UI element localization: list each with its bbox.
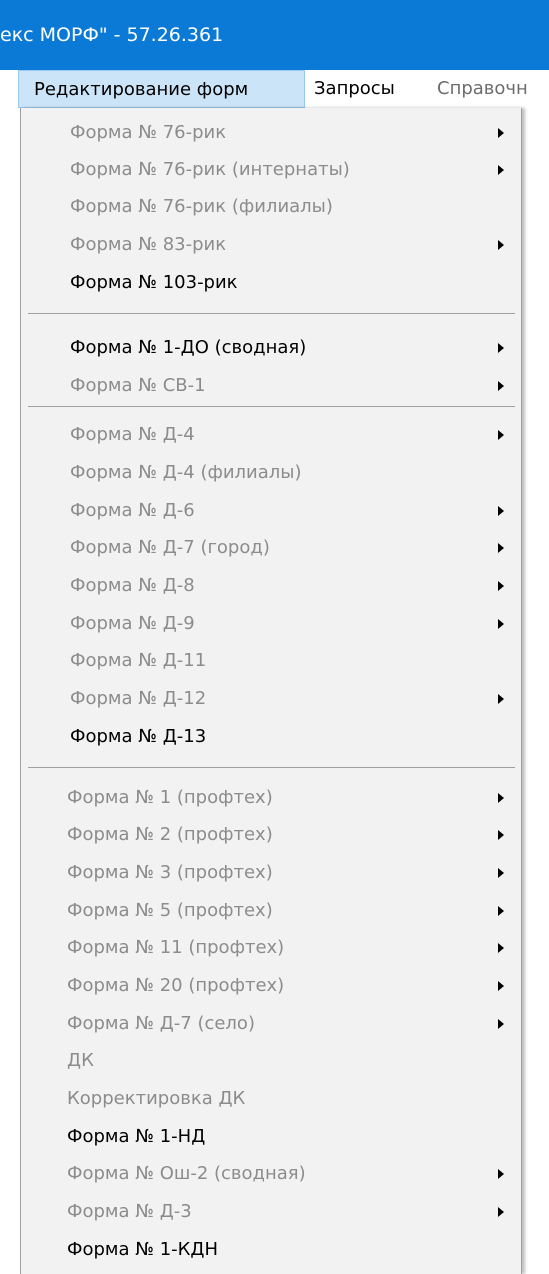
- submenu-arrow-icon: [498, 240, 504, 250]
- menu-item-label: Корректировка ДК: [67, 1088, 246, 1109]
- menubar-item-reference[interactable]: Справочн: [437, 70, 528, 108]
- menu-item[interactable]: ДК: [21, 1043, 521, 1079]
- submenu-arrow-icon: [498, 981, 504, 991]
- menu-item-label: Форма № 76-рик (филиалы): [70, 196, 333, 217]
- menu-item-label: Форма № 1-ДО (сводная): [70, 337, 307, 358]
- window-title: екс МОРФ" - 57.26.361: [0, 24, 224, 46]
- menu-item[interactable]: Форма № 76-рик (филиалы): [21, 189, 521, 225]
- menu-item[interactable]: Форма № Д-6: [21, 493, 521, 529]
- menu-item-label: Форма № Д-3: [67, 1201, 192, 1222]
- dropdown-menu: Форма № 76-рик Форма № 76-рик (интернаты…: [20, 108, 522, 1274]
- menubar-item-edit-forms[interactable]: Редактирование форм: [18, 70, 305, 108]
- menubar-item-queries[interactable]: Запросы: [314, 70, 395, 108]
- menu-item[interactable]: Форма № 1-НД: [21, 1119, 521, 1155]
- menu-item-label: Форма № Ош-2 (сводная): [67, 1163, 306, 1184]
- menu-item[interactable]: Форма № Д-13: [21, 719, 521, 755]
- submenu-arrow-icon: [498, 830, 504, 840]
- menu-bar: Редактирование форм Запросы Справочн: [0, 70, 549, 108]
- menu-item[interactable]: Форма № 1-КДН: [21, 1232, 521, 1268]
- menu-item-label: Форма № Д-11: [70, 650, 207, 671]
- window-title-bar: екс МОРФ" - 57.26.361: [0, 0, 549, 70]
- menu-item-label: Форма № 1 (профтех): [67, 787, 273, 808]
- submenu-arrow-icon: [498, 793, 504, 803]
- menu-item-label: Форма № 76-рик (интернаты): [70, 159, 350, 180]
- submenu-arrow-icon: [498, 943, 504, 953]
- submenu-arrow-icon: [498, 128, 504, 138]
- submenu-arrow-icon: [498, 543, 504, 553]
- menu-item-label: Форма № 20 (профтех): [67, 975, 285, 996]
- menu-item[interactable]: Форма № Д-12: [21, 681, 521, 717]
- submenu-arrow-icon: [498, 1019, 504, 1029]
- submenu-arrow-icon: [498, 381, 504, 391]
- menu-item-label: Форма № 5 (профтех): [67, 900, 273, 921]
- menu-item-label: ДК: [67, 1050, 94, 1071]
- submenu-arrow-icon: [498, 343, 504, 353]
- menubar-item-label: Справочн: [437, 78, 528, 99]
- menu-item[interactable]: Форма № Д-4 (филиалы): [21, 455, 521, 491]
- menu-item-label: Форма № Д-9: [70, 613, 195, 634]
- menu-item[interactable]: Форма № 103-рик: [21, 265, 521, 301]
- submenu-arrow-icon: [498, 694, 504, 704]
- menu-item-label: Форма № СВ-1: [70, 375, 206, 396]
- submenu-arrow-icon: [498, 430, 504, 440]
- menu-item[interactable]: Форма № 1-ДО (сводная): [21, 330, 521, 366]
- menubar-item-label: Запросы: [314, 78, 395, 99]
- menu-item-label: Форма № Д-8: [70, 575, 195, 596]
- menu-separator: [28, 406, 515, 407]
- menu-item-label: Форма № Д-7 (село): [67, 1013, 255, 1034]
- menu-item[interactable]: Форма № Д-4: [21, 417, 521, 453]
- menu-item[interactable]: Форма № 11 (профтех): [21, 930, 521, 966]
- submenu-arrow-icon: [498, 1207, 504, 1217]
- menu-item-label: Форма № Д-4: [70, 424, 195, 445]
- menu-item-label: Форма № 76-рик: [70, 122, 227, 143]
- menu-item-label: Форма № 1-НД: [67, 1126, 206, 1147]
- menu-item-label: Форма № Д-4 (филиалы): [70, 462, 302, 483]
- menu-item[interactable]: Форма № СВ-1: [21, 368, 521, 404]
- menu-item[interactable]: Форма № Д-9: [21, 606, 521, 642]
- menu-item[interactable]: Форма № 83-рик: [21, 227, 521, 263]
- menu-item-label: Форма № 2 (профтех): [67, 824, 273, 845]
- menu-item-label: Форма № 103-рик: [70, 272, 238, 293]
- menu-separator: [28, 313, 515, 314]
- menu-item[interactable]: Форма № Д-8: [21, 568, 521, 604]
- submenu-arrow-icon: [498, 165, 504, 175]
- menu-item-label: Форма № 11 (профтех): [67, 937, 285, 958]
- submenu-arrow-icon: [498, 506, 504, 516]
- submenu-arrow-icon: [498, 868, 504, 878]
- menu-item[interactable]: Форма № Д-3: [21, 1194, 521, 1230]
- menu-item-label: Форма № 1-КДН: [67, 1239, 219, 1260]
- menu-item-label: Форма № Д-13: [70, 726, 207, 747]
- menu-item-label: Форма № Д-7 (город): [70, 537, 270, 558]
- menu-item[interactable]: Форма № 3 (профтех): [21, 855, 521, 891]
- menu-separator: [28, 767, 515, 768]
- menu-item[interactable]: Форма № 5 (профтех): [21, 893, 521, 929]
- submenu-arrow-icon: [498, 906, 504, 916]
- menu-item[interactable]: Форма № 76-рик (интернаты): [21, 152, 521, 188]
- menu-item-label: Форма № 3 (профтех): [67, 862, 273, 883]
- menu-item-label: Форма № Д-12: [70, 688, 207, 709]
- menu-item[interactable]: Корректировка ДК: [21, 1081, 521, 1117]
- menu-item-label: Форма № 83-рик: [70, 234, 227, 255]
- submenu-arrow-icon: [498, 619, 504, 629]
- submenu-arrow-icon: [498, 581, 504, 591]
- menu-item[interactable]: Форма № Д-7 (село): [21, 1006, 521, 1042]
- menu-item[interactable]: Форма № 1 (профтех): [21, 780, 521, 816]
- menu-item[interactable]: Форма № 20 (профтех): [21, 968, 521, 1004]
- menu-item[interactable]: Форма № 2 (профтех): [21, 817, 521, 853]
- menubar-item-label: Редактирование форм: [34, 79, 249, 100]
- menu-item[interactable]: Форма № Д-11: [21, 643, 521, 679]
- menu-item[interactable]: Форма № Ош-2 (сводная): [21, 1156, 521, 1192]
- menu-item[interactable]: Форма № 76-рик: [21, 115, 521, 151]
- submenu-arrow-icon: [498, 1169, 504, 1179]
- menu-item[interactable]: Форма № Д-7 (город): [21, 530, 521, 566]
- menu-item-label: Форма № Д-6: [70, 500, 195, 521]
